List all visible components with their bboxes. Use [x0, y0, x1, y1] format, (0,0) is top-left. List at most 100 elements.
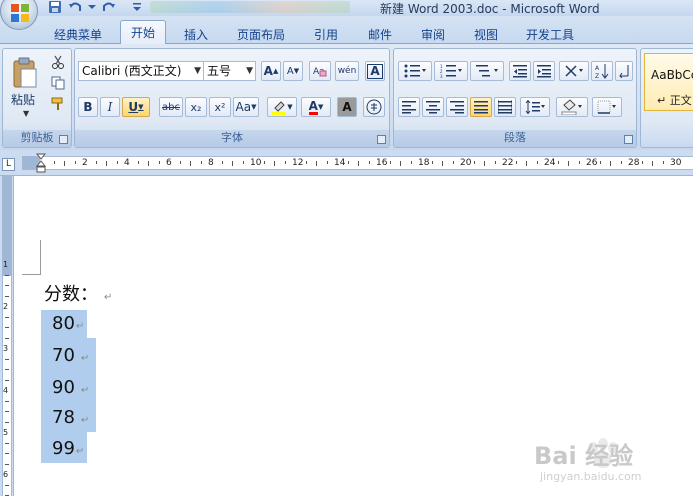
subscript-button[interactable]: x₂ — [185, 97, 207, 117]
redo-icon[interactable] — [102, 0, 116, 14]
justify-button[interactable] — [470, 97, 492, 117]
ruler-tick — [190, 161, 191, 166]
multilevel-list-button[interactable] — [470, 61, 504, 81]
font-group-label: 字体 — [75, 130, 389, 147]
clipboard-launcher-icon[interactable] — [59, 135, 68, 144]
crop-mark-vertical — [40, 240, 41, 274]
superscript-button[interactable]: x² — [209, 97, 231, 117]
decrease-indent-button[interactable] — [509, 61, 531, 81]
tab-mailings[interactable]: 邮件 — [368, 26, 392, 43]
score-line[interactable]: 80↵ — [52, 313, 84, 334]
paragraph-group: 1 2 3 AZ 段落 — [393, 48, 637, 148]
ruler-label: 4 — [124, 158, 130, 168]
paste-icon[interactable] — [12, 57, 38, 89]
underline-button[interactable]: U ▼ — [122, 97, 150, 117]
score-line[interactable]: 99↵ — [52, 438, 84, 459]
font-color-button[interactable]: A ▼ — [301, 97, 331, 117]
save-icon[interactable] — [48, 0, 62, 14]
show-marks-button[interactable] — [615, 61, 633, 81]
document-heading-line[interactable]: 分数： ↵ — [44, 280, 112, 306]
style-normal-gallery-item[interactable]: AaBbCc ↵ 正文 — [644, 53, 693, 111]
borders-button[interactable] — [592, 97, 622, 117]
ruler-tick — [326, 161, 328, 164]
font-name-combo[interactable]: Calibri (西文正文) ▼ — [78, 61, 204, 81]
tab-selector-button[interactable]: L — [2, 158, 15, 171]
vertical-ruler-tick — [5, 484, 9, 486]
paste-dropdown-icon[interactable]: ▼ — [23, 109, 29, 118]
change-case-glyph: Aa — [235, 100, 252, 114]
watermark-text: Bai 经验 — [534, 442, 634, 470]
distributed-icon — [498, 100, 512, 114]
vertical-ruler-tick — [5, 400, 9, 402]
tab-view[interactable]: 视图 — [474, 26, 498, 43]
ruler-label: 20 — [460, 158, 472, 168]
cut-icon[interactable] — [51, 55, 65, 69]
tab-insert[interactable]: 插入 — [184, 26, 208, 43]
score-value: 80 — [52, 313, 75, 334]
enclose-chars-icon — [366, 99, 382, 115]
svg-text:3: 3 — [440, 74, 443, 78]
paste-label[interactable]: 粘贴 — [11, 91, 35, 108]
tab-classic-menu[interactable]: 经典菜单 — [54, 26, 102, 43]
undo-icon[interactable] — [68, 0, 82, 14]
borders-icon — [597, 100, 616, 114]
numbering-button[interactable]: 1 2 3 — [434, 61, 468, 81]
paragraph-mark: ↵ — [104, 292, 113, 303]
score-value: 78 — [52, 407, 75, 428]
phonetic-guide-button[interactable]: wén — [335, 61, 359, 81]
bold-button[interactable]: B — [78, 97, 98, 117]
chinese-layout-icon — [565, 65, 583, 77]
ruler-label: 8 — [208, 158, 214, 168]
copy-icon[interactable] — [51, 76, 65, 90]
align-center-button[interactable] — [422, 97, 444, 117]
font-launcher-icon[interactable] — [377, 135, 386, 144]
change-case-button[interactable]: Aa ▼ — [233, 97, 259, 117]
enclose-chars-button[interactable] — [363, 97, 385, 117]
char-border-button[interactable]: A — [365, 61, 385, 81]
ruler-tick — [263, 161, 265, 164]
score-value: 99 — [52, 438, 75, 459]
align-left-button[interactable] — [398, 97, 420, 117]
score-line[interactable]: 90 ↵ — [52, 377, 89, 398]
format-painter-icon[interactable] — [51, 97, 65, 111]
ruler-label: 22 — [502, 158, 514, 168]
ruler-tick — [179, 161, 181, 164]
tab-references[interactable]: 引用 — [314, 26, 338, 43]
clear-format-button[interactable]: Aa — [309, 61, 331, 81]
score-line[interactable]: 78 ↵ — [52, 407, 89, 428]
tab-review[interactable]: 审阅 — [421, 26, 445, 43]
bullets-button[interactable] — [398, 61, 432, 81]
tab-home[interactable]: 开始 — [120, 20, 167, 46]
ruler-tick — [641, 161, 643, 164]
highlight-button[interactable]: ▼ — [267, 97, 297, 117]
score-line[interactable]: 70 ↵ — [52, 345, 89, 366]
style-preview-text: AaBbCc — [651, 68, 693, 82]
font-name-dropdown-icon[interactable]: ▼ — [194, 62, 201, 80]
sort-button[interactable]: AZ — [591, 61, 613, 81]
grow-font-button[interactable]: A ▲ — [261, 61, 281, 81]
score-value: 90 — [52, 377, 75, 398]
indent-marker-icon[interactable] — [36, 153, 46, 173]
ruler-label: 18 — [418, 158, 430, 168]
undo-dropdown-icon[interactable] — [85, 0, 99, 14]
tab-developer[interactable]: 开发工具 — [526, 26, 574, 43]
font-size-combo[interactable]: 五号 ▼ — [203, 61, 256, 81]
vertical-ruler-label: 3 — [3, 344, 9, 353]
paragraph-launcher-icon[interactable] — [624, 135, 633, 144]
shading-button[interactable] — [556, 97, 588, 117]
align-right-button[interactable] — [446, 97, 468, 117]
ruler-tick — [568, 161, 569, 166]
tab-page-layout[interactable]: 页面布局 — [237, 26, 285, 43]
ruler-tick — [221, 161, 223, 164]
char-shading-button[interactable]: A — [337, 97, 357, 117]
customize-qat-icon[interactable] — [130, 0, 144, 14]
clipboard-group: 粘贴 ▼ 剪贴板 — [2, 48, 72, 148]
font-size-dropdown-icon[interactable]: ▼ — [246, 62, 253, 80]
distributed-button[interactable] — [494, 97, 516, 117]
line-spacing-button[interactable] — [520, 97, 550, 117]
shrink-font-button[interactable]: A ▼ — [283, 61, 303, 81]
strikethrough-button[interactable]: abc — [159, 97, 183, 117]
chinese-layout-button[interactable] — [559, 61, 589, 81]
italic-button[interactable]: I — [100, 97, 120, 117]
increase-indent-button[interactable] — [533, 61, 555, 81]
